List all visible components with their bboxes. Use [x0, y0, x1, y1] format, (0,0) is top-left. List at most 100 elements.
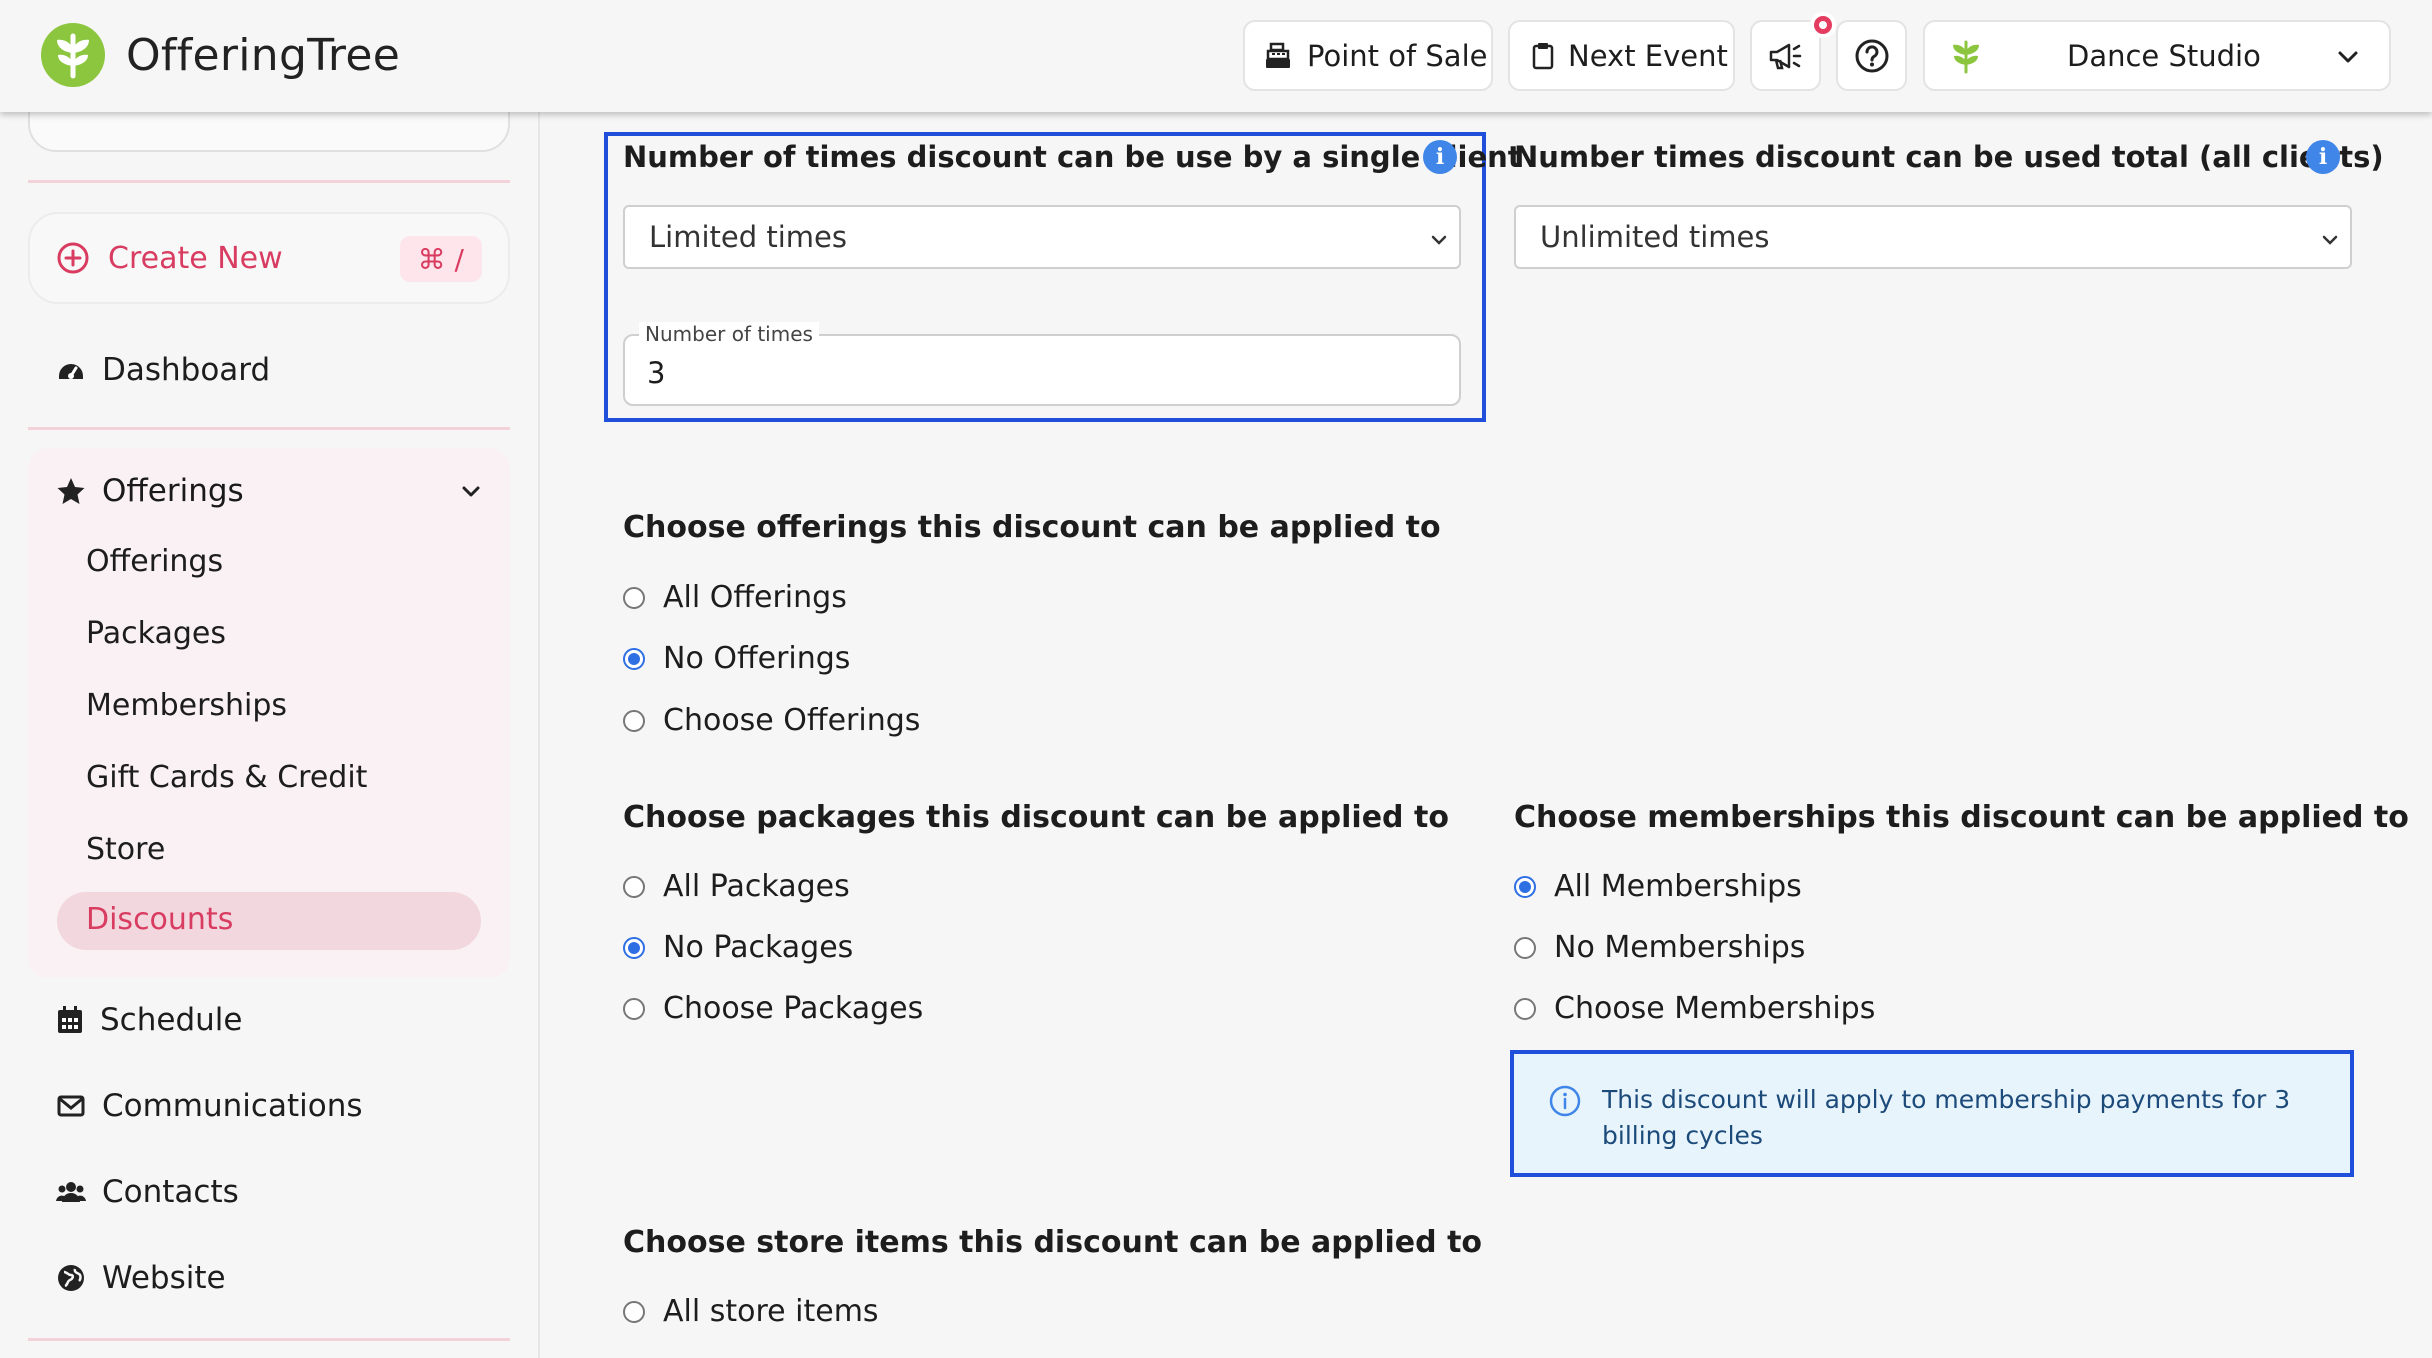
- membership-billing-notice: This discount will apply to membership p…: [1510, 1050, 2354, 1177]
- question-circle-icon: [1855, 39, 1888, 72]
- sidebar-subitem-gift-cards[interactable]: Gift Cards & Credit: [86, 760, 367, 795]
- chevron-down-icon: [2338, 51, 2358, 63]
- number-of-times-value: 3: [647, 356, 666, 390]
- studio-switcher[interactable]: Dance Studio: [1923, 20, 2391, 91]
- sidebar-item-contacts[interactable]: Contacts: [56, 1174, 239, 1210]
- sidebar-item-label: Communications: [102, 1088, 363, 1124]
- radio-label: Choose Offerings: [663, 703, 921, 738]
- radio-button[interactable]: [623, 1300, 645, 1323]
- sidebar-subitem-offerings[interactable]: Offerings: [86, 544, 223, 579]
- studio-name: Dance Studio: [2067, 38, 2261, 73]
- info-icon[interactable]: i: [1423, 140, 1457, 174]
- calendar-icon: [58, 1006, 82, 1033]
- radio-no-offerings[interactable]: No Offerings: [623, 641, 850, 676]
- next-event-button[interactable]: Next Event: [1508, 20, 1735, 91]
- number-of-times-field[interactable]: Number of times 3: [623, 322, 1461, 406]
- number-of-times-label: Number of times: [639, 322, 819, 346]
- clipboard-icon: [1532, 42, 1554, 69]
- point-of-sale-button[interactable]: Point of Sale: [1243, 20, 1493, 91]
- create-new-label: Create New: [108, 240, 283, 276]
- chevron-down-icon: [462, 486, 480, 497]
- packages-section-title: Choose packages this discount can be app…: [623, 800, 1449, 835]
- sidebar-divider: [28, 180, 510, 183]
- radio-button[interactable]: [623, 997, 645, 1020]
- single-client-usage-select[interactable]: Limited times: [623, 205, 1461, 269]
- radio-all-offerings[interactable]: All Offerings: [623, 580, 847, 615]
- radio-choose-offerings[interactable]: Choose Offerings: [623, 703, 920, 738]
- single-client-usage-value: Limited times: [649, 220, 847, 254]
- radio-label: No Memberships: [1554, 930, 1806, 965]
- radio-button[interactable]: [1514, 997, 1536, 1020]
- total-usage-title: Number times discount can be used total …: [1514, 140, 2384, 174]
- sidebar-group-label: Offerings: [102, 473, 244, 509]
- star-icon: [57, 478, 85, 504]
- help-button[interactable]: [1836, 20, 1907, 91]
- sidebar-item-website[interactable]: Website: [56, 1260, 226, 1296]
- sidebar-subitem-store[interactable]: Store: [86, 832, 165, 867]
- radio-choose-memberships[interactable]: Choose Memberships: [1514, 991, 1875, 1026]
- info-circle-icon: [1549, 1085, 1581, 1117]
- info-icon[interactable]: i: [2306, 140, 2340, 174]
- offerings-section-title: Choose offerings this discount can be ap…: [623, 510, 1441, 545]
- store-section-title: Choose store items this discount can be …: [623, 1225, 1483, 1260]
- radio-label: No Offerings: [663, 641, 851, 676]
- radio-label: Choose Memberships: [1554, 991, 1876, 1026]
- sidebar-divider: [28, 1338, 510, 1341]
- envelope-icon: [57, 1095, 85, 1117]
- sidebar-subitem-memberships[interactable]: Memberships: [86, 688, 287, 723]
- sidebar: Create New ⌘ / Dashboard Offerings Offer…: [0, 0, 540, 1358]
- radio-button-selected[interactable]: [623, 936, 645, 959]
- radio-all-store-items[interactable]: All store items: [623, 1294, 879, 1329]
- notification-badge: [1810, 12, 1836, 38]
- sidebar-item-schedule[interactable]: Schedule: [56, 1002, 242, 1038]
- sidebar-item-label: Contacts: [102, 1174, 239, 1210]
- radio-label: All store items: [663, 1294, 879, 1329]
- radio-no-memberships[interactable]: No Memberships: [1514, 930, 1805, 965]
- chevron-down-icon: [2322, 235, 2338, 245]
- radio-label: All Memberships: [1554, 869, 1802, 904]
- sidebar-group-offerings[interactable]: Offerings: [56, 470, 482, 512]
- radio-label: No Packages: [663, 930, 854, 965]
- sidebar-subitem-packages[interactable]: Packages: [86, 616, 226, 651]
- single-client-usage-title: Number of times discount can be use by a…: [623, 140, 1522, 174]
- dashboard-icon: [59, 364, 83, 379]
- radio-label: All Offerings: [663, 580, 847, 615]
- offeringtree-logo-icon: [41, 23, 105, 87]
- membership-billing-notice-text: This discount will apply to membership p…: [1602, 1085, 2291, 1150]
- radio-no-packages[interactable]: No Packages: [623, 930, 853, 965]
- sidebar-item-communications[interactable]: Communications: [56, 1088, 363, 1124]
- radio-choose-packages[interactable]: Choose Packages: [623, 991, 923, 1026]
- brand[interactable]: OfferingTree: [40, 22, 400, 88]
- total-usage-select[interactable]: Unlimited times: [1514, 205, 2352, 269]
- create-new-button[interactable]: Create New ⌘ /: [28, 212, 510, 304]
- cash-register-icon: [1266, 42, 1290, 68]
- megaphone-icon: [1769, 43, 1801, 69]
- chevron-down-icon: [1431, 235, 1447, 245]
- radio-all-memberships[interactable]: All Memberships: [1514, 869, 1802, 904]
- radio-label: All Packages: [663, 869, 850, 904]
- radio-button[interactable]: [623, 709, 645, 732]
- radio-button-selected[interactable]: [1514, 875, 1536, 898]
- top-bar: OfferingTree Point of Sale Next Event Da…: [0, 0, 2432, 112]
- total-usage-value: Unlimited times: [1540, 220, 1770, 254]
- globe-icon: [58, 1265, 84, 1291]
- radio-button[interactable]: [623, 586, 645, 609]
- sidebar-item-label: Website: [102, 1260, 226, 1296]
- studio-logo-icon: [1953, 40, 1979, 73]
- radio-button[interactable]: [623, 875, 645, 898]
- sidebar-subitem-label: Discounts: [86, 902, 234, 937]
- create-new-shortcut: ⌘ /: [399, 236, 482, 282]
- sidebar-item-dashboard[interactable]: Dashboard: [56, 352, 270, 388]
- memberships-section-title: Choose memberships this discount can be …: [1514, 800, 2409, 835]
- discount-form: Number of times discount can be use by a…: [542, 0, 2432, 1358]
- point-of-sale-label: Point of Sale: [1307, 38, 1488, 73]
- radio-all-packages[interactable]: All Packages: [623, 869, 850, 904]
- sidebar-item-label: Dashboard: [102, 352, 271, 388]
- radio-label: Choose Packages: [663, 991, 924, 1026]
- sidebar-divider: [28, 427, 510, 430]
- radio-button-selected[interactable]: [623, 647, 645, 670]
- sidebar-item-label: Schedule: [100, 1002, 243, 1038]
- next-event-label: Next Event: [1568, 38, 1728, 73]
- users-icon: [56, 1182, 86, 1202]
- radio-button[interactable]: [1514, 936, 1536, 959]
